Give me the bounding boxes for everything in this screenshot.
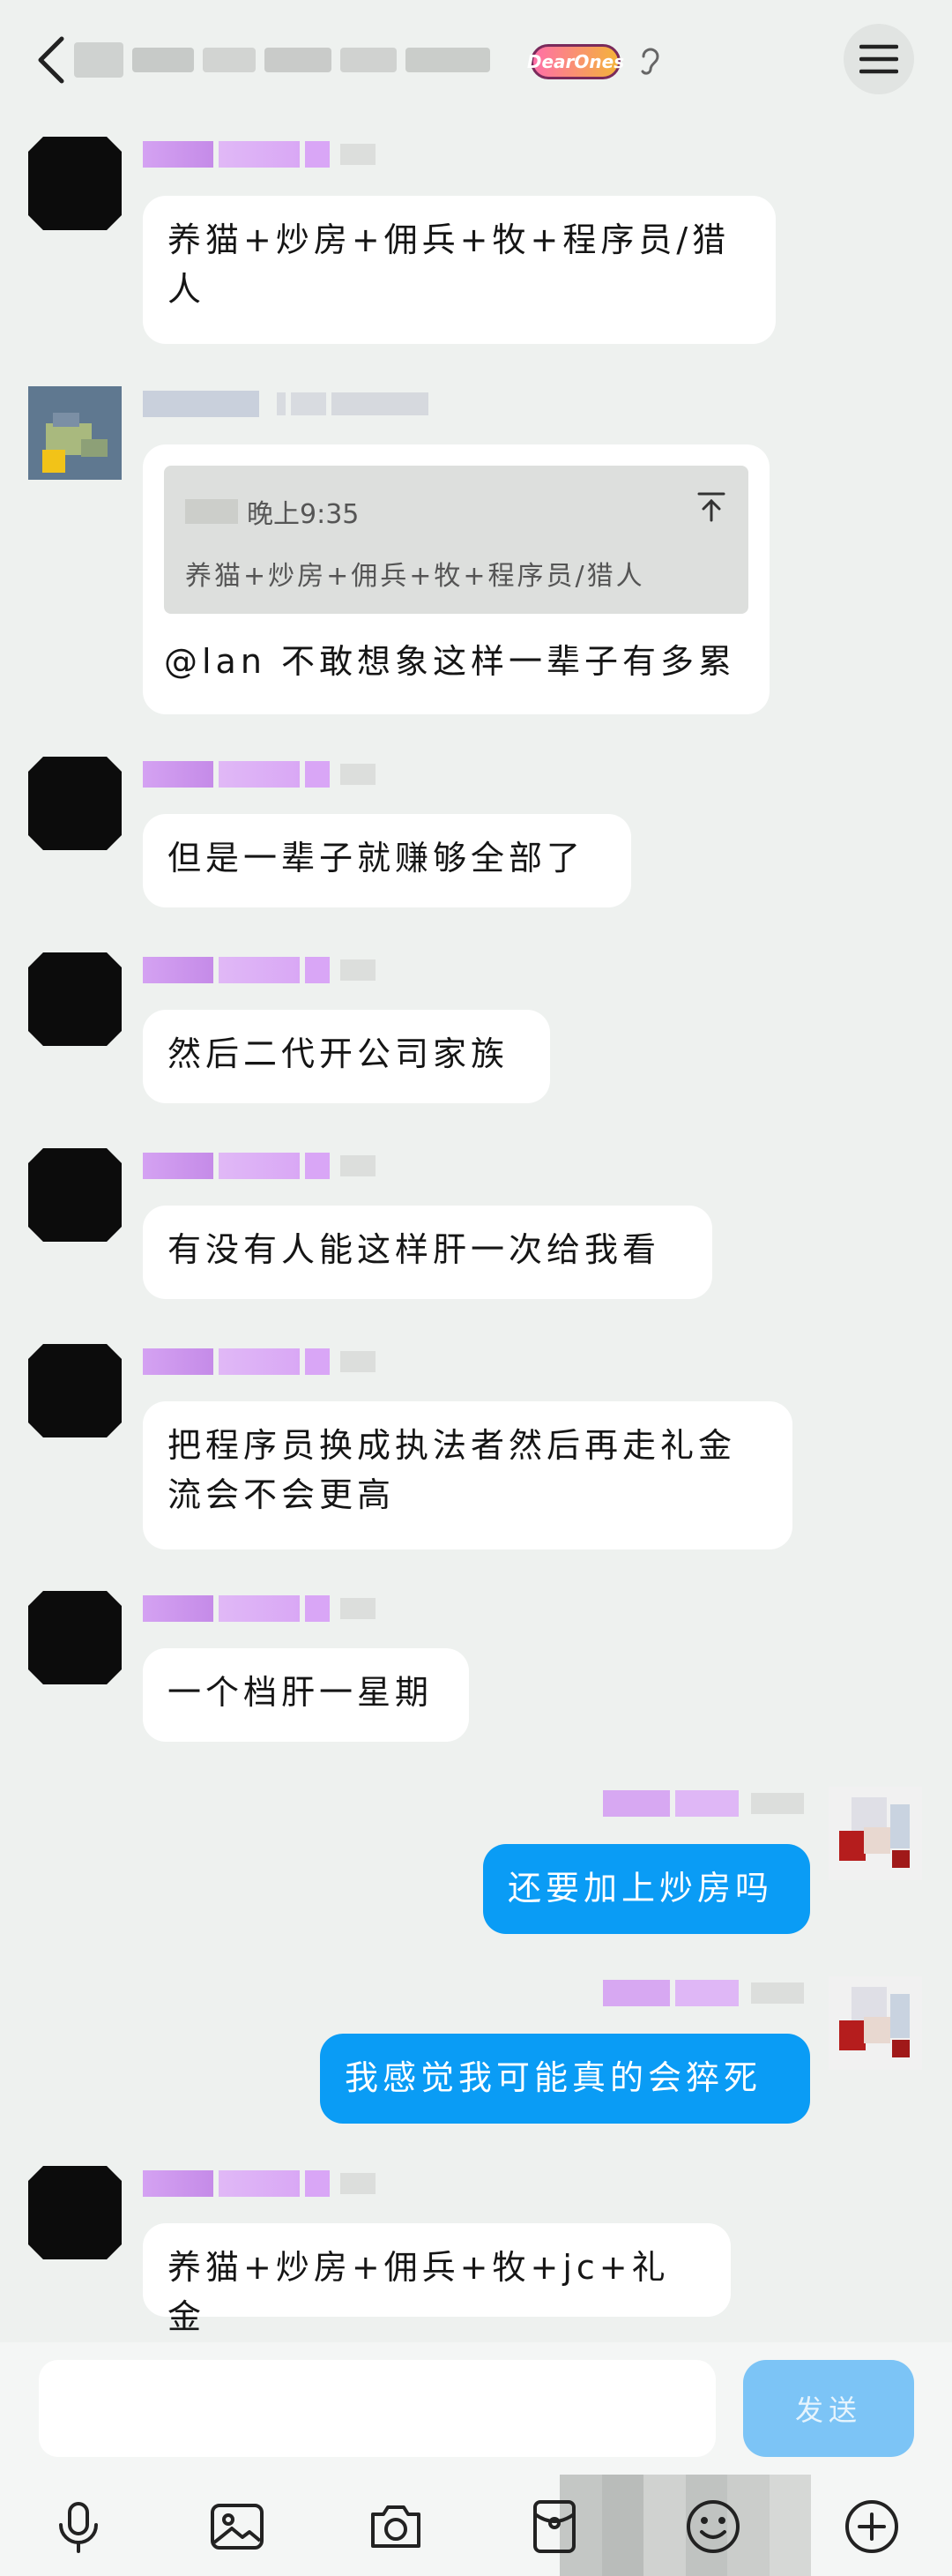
sender-avatar[interactable] xyxy=(28,137,122,230)
bottom-toolbar xyxy=(0,2475,952,2576)
sender-nickname-pixelated xyxy=(143,1151,376,1181)
message-bubble[interactable]: 但是一辈子就赚够全部了 xyxy=(143,814,631,907)
sender-nickname-pixelated xyxy=(143,955,376,985)
sender-nickname-pixelated xyxy=(143,1347,376,1377)
menu-icon[interactable] xyxy=(844,24,914,94)
my-message-bubble[interactable]: 我感觉我可能真的会猝死 xyxy=(320,2034,810,2124)
sender-avatar[interactable] xyxy=(28,2166,122,2259)
my-nickname-pixelated xyxy=(603,1788,804,1818)
chat-header: DearOnes xyxy=(0,0,952,119)
sender-avatar[interactable] xyxy=(28,386,122,480)
mic-icon[interactable] xyxy=(49,2498,108,2556)
sender-avatar[interactable] xyxy=(28,952,122,1046)
quoted-message[interactable]: 晚上9:35 养猫+炒房+佣兵+牧+程序员/猎人 xyxy=(164,466,748,614)
send-button[interactable]: 发送 xyxy=(743,2360,914,2457)
message-bubble[interactable]: 然后二代开公司家族 xyxy=(143,1010,550,1103)
sender-nickname-pixelated xyxy=(143,1594,376,1624)
message-input[interactable] xyxy=(39,2360,716,2457)
ear-icon[interactable] xyxy=(636,42,663,78)
message-text: @lan 不敢想象这样一辈子有多累 xyxy=(164,642,737,681)
my-avatar[interactable] xyxy=(829,1976,922,2070)
camera-icon[interactable] xyxy=(367,2498,425,2556)
quoted-message-text: 养猫+炒房+佣兵+牧+程序员/猎人 xyxy=(185,561,645,592)
my-avatar[interactable] xyxy=(829,1787,922,1880)
back-arrow-icon[interactable] xyxy=(32,34,71,86)
group-badge: DearOnes xyxy=(527,44,624,79)
my-message-bubble[interactable]: 还要加上炒房吗 xyxy=(483,1844,810,1934)
plus-icon[interactable] xyxy=(843,2498,901,2556)
my-nickname-pixelated xyxy=(603,1978,804,2008)
sender-avatar[interactable] xyxy=(28,1591,122,1684)
message-bubble[interactable]: 有没有人能这样肝一次给我看 xyxy=(143,1206,712,1299)
sender-nickname-pixelated xyxy=(143,759,376,789)
message-bubble[interactable]: 养猫+炒房+佣兵+牧+jc+礼金 xyxy=(143,2223,731,2336)
chat-title-pixelated xyxy=(74,41,515,79)
quoted-message-header: 晚上9:35 xyxy=(185,492,359,531)
message-bubble[interactable]: 一个档肝一星期 xyxy=(143,1648,469,1742)
input-bar: 发送 xyxy=(0,2342,952,2475)
message-bubble[interactable]: 把程序员换成执法者然后再走礼金流会不会更高 xyxy=(143,1401,792,1549)
image-icon[interactable] xyxy=(208,2498,266,2556)
sender-avatar[interactable] xyxy=(28,1344,122,1437)
quoted-message-time: 晚上9:35 xyxy=(247,499,360,530)
sender-nickname-pixelated xyxy=(143,2169,376,2199)
sender-nickname-pixelated xyxy=(143,389,428,419)
sender-avatar[interactable] xyxy=(28,1148,122,1242)
jump-to-original-icon[interactable] xyxy=(695,490,727,522)
emoji-icon[interactable] xyxy=(684,2498,742,2556)
sender-avatar[interactable] xyxy=(28,757,122,850)
red-packet-icon[interactable] xyxy=(525,2498,584,2556)
message-bubble[interactable]: 养猫+炒房+佣兵+牧+程序员/猎人 xyxy=(143,196,776,344)
sender-nickname-pixelated xyxy=(143,139,376,169)
